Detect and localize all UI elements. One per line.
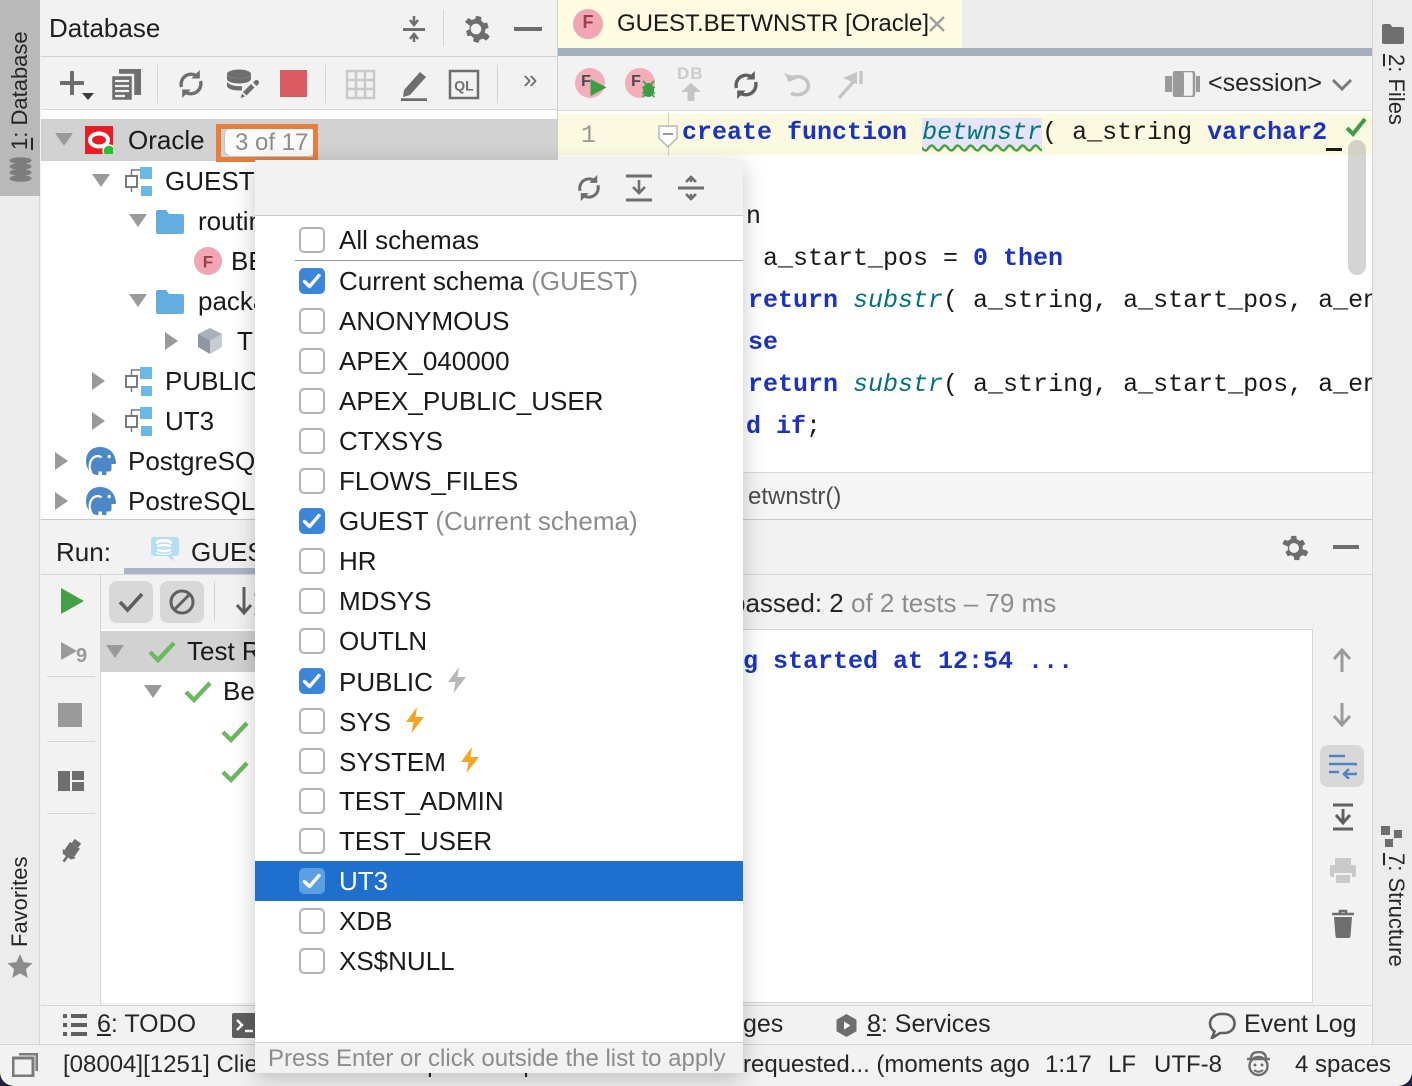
svg-text:9: 9: [76, 645, 87, 667]
svg-text:F: F: [203, 253, 213, 272]
svg-text:QL: QL: [454, 78, 474, 94]
